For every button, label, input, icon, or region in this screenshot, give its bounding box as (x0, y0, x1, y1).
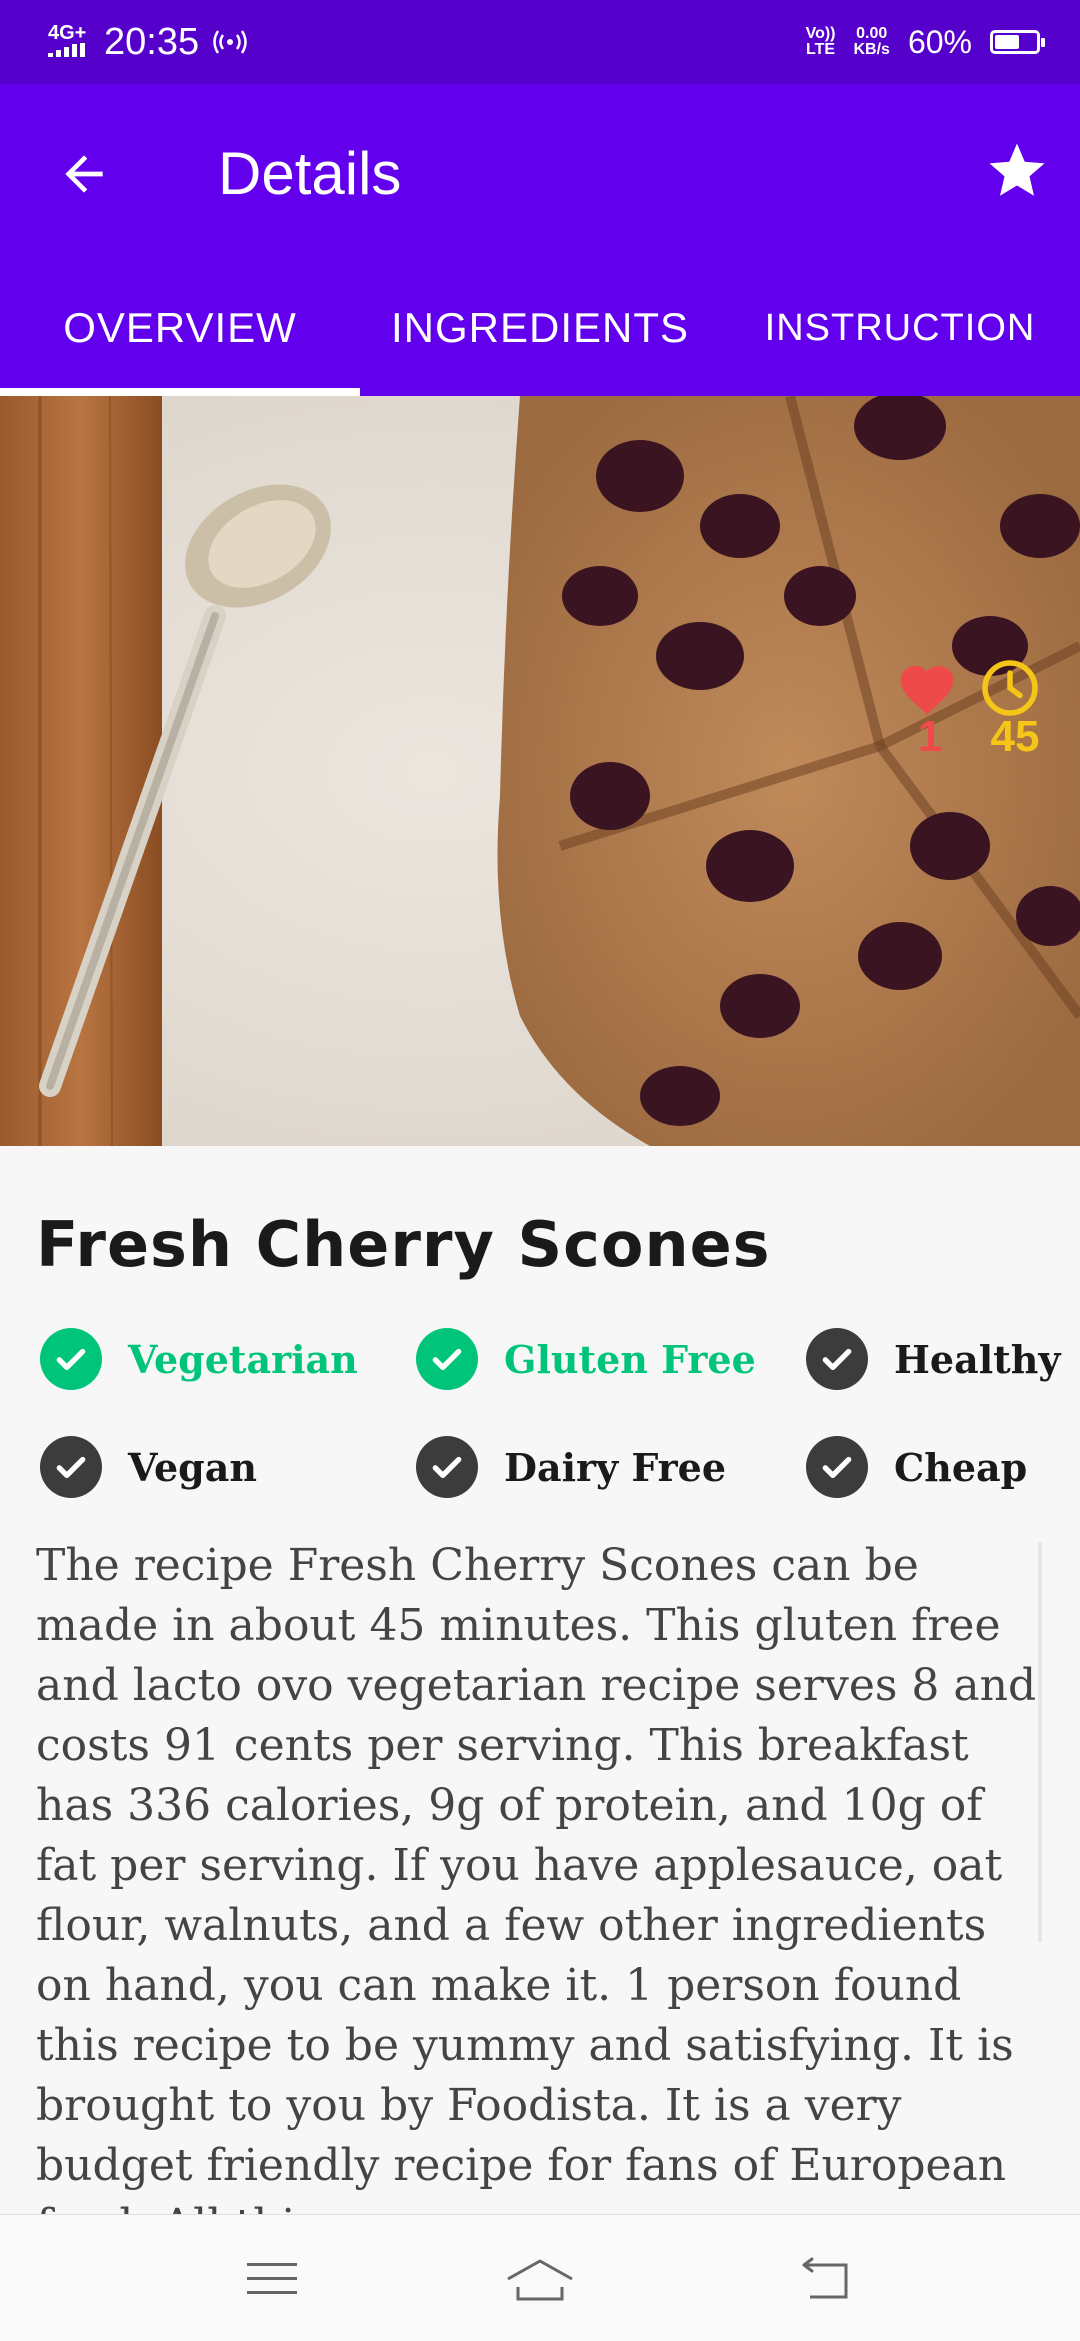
app-bar: Details (0, 84, 1080, 260)
network-indicator: 4G+ (48, 22, 90, 60)
time-count: 45 (990, 712, 1040, 761)
check-circle-icon (40, 1328, 102, 1390)
arrow-left-icon (65, 155, 103, 193)
scrollbar[interactable] (1038, 1542, 1042, 1942)
volte-top: Vo)) (805, 25, 836, 42)
system-nav-bar (0, 2214, 1080, 2341)
menu-button[interactable] (212, 2239, 332, 2319)
likes-count: 1 (917, 712, 943, 761)
tag-gluten-free: Gluten Free (416, 1326, 756, 1392)
tab-indicator (0, 388, 360, 396)
network-speed: 0.00 KB/s (854, 26, 890, 58)
tag-label: Dairy Free (504, 1444, 727, 1490)
tag-vegetarian: Vegetarian (40, 1326, 358, 1392)
volte-indicator: Vo)) LTE (806, 26, 836, 58)
tab-label: INSTRUCTION (764, 306, 1036, 349)
battery-percent: 60% (907, 23, 972, 60)
tag-vegan: Vegan (40, 1434, 257, 1500)
back-icon (802, 2257, 848, 2299)
clock-time: 20:35 (104, 20, 200, 63)
tag-label: Vegetarian (128, 1336, 358, 1382)
favorite-button[interactable] (976, 130, 1058, 212)
speed-unit: KB/s (853, 41, 890, 58)
tag-healthy: Healthy (806, 1326, 1060, 1392)
tag-label: Cheap (894, 1444, 1028, 1490)
nav-back-button[interactable] (764, 2239, 884, 2319)
tab-overview[interactable]: OVERVIEW (0, 260, 360, 396)
tab-label: OVERVIEW (63, 304, 297, 351)
network-type: 4G+ (48, 22, 87, 44)
recipe-overview: Fresh Cherry Scones Vegetarian Gluten Fr… (0, 1146, 1080, 2214)
tag-label: Vegan (128, 1444, 257, 1490)
tab-instruction[interactable]: INSTRUCTION (720, 260, 1080, 396)
menu-icon (247, 2263, 297, 2294)
tab-ingredients[interactable]: INGREDIENTS (360, 260, 720, 396)
star-icon (989, 143, 1045, 196)
back-button[interactable] (48, 138, 120, 210)
heart-icon (900, 665, 954, 715)
tag-label: Healthy (894, 1336, 1061, 1382)
clock-icon (982, 660, 1038, 716)
tab-label: INGREDIENTS (390, 304, 690, 351)
tab-bar: OVERVIEW INGREDIENTS INSTRUCTION (0, 260, 1080, 396)
home-icon (507, 2259, 573, 2301)
recipe-photo (0, 396, 1080, 1146)
status-bar: 4G+ 20:35 Vo)) LTE 0.00 KB/s 60% (0, 0, 1080, 84)
status-right: Vo)) LTE 0.00 KB/s 60% (806, 18, 1045, 66)
volte-bottom: LTE (806, 41, 836, 58)
recipe-description: The recipe Fresh Cherry Scones can be ma… (36, 1540, 1037, 2214)
check-circle-icon (416, 1436, 478, 1498)
signal-icon (48, 43, 85, 57)
battery-fill (995, 35, 1019, 49)
hotspot-icon (213, 30, 247, 54)
recipe-image: 1 45 (0, 396, 1080, 1146)
check-circle-icon (416, 1328, 478, 1390)
check-circle-icon (806, 1436, 868, 1498)
home-button[interactable] (480, 2239, 600, 2319)
check-circle-icon (40, 1436, 102, 1498)
status-left: 4G+ 20:35 (48, 18, 247, 66)
recipe-title: Fresh Cherry Scones (36, 1208, 771, 1281)
likes-stat: 1 (895, 658, 965, 762)
time-stat: 45 (980, 658, 1050, 762)
battery-icon (990, 30, 1045, 54)
speed-value: 0.00 (856, 25, 888, 42)
tag-dairy-free: Dairy Free (416, 1434, 726, 1500)
tag-label: Gluten Free (504, 1336, 756, 1382)
tag-cheap: Cheap (806, 1434, 1027, 1500)
page-title: Details (218, 140, 402, 207)
check-circle-icon (806, 1328, 868, 1390)
